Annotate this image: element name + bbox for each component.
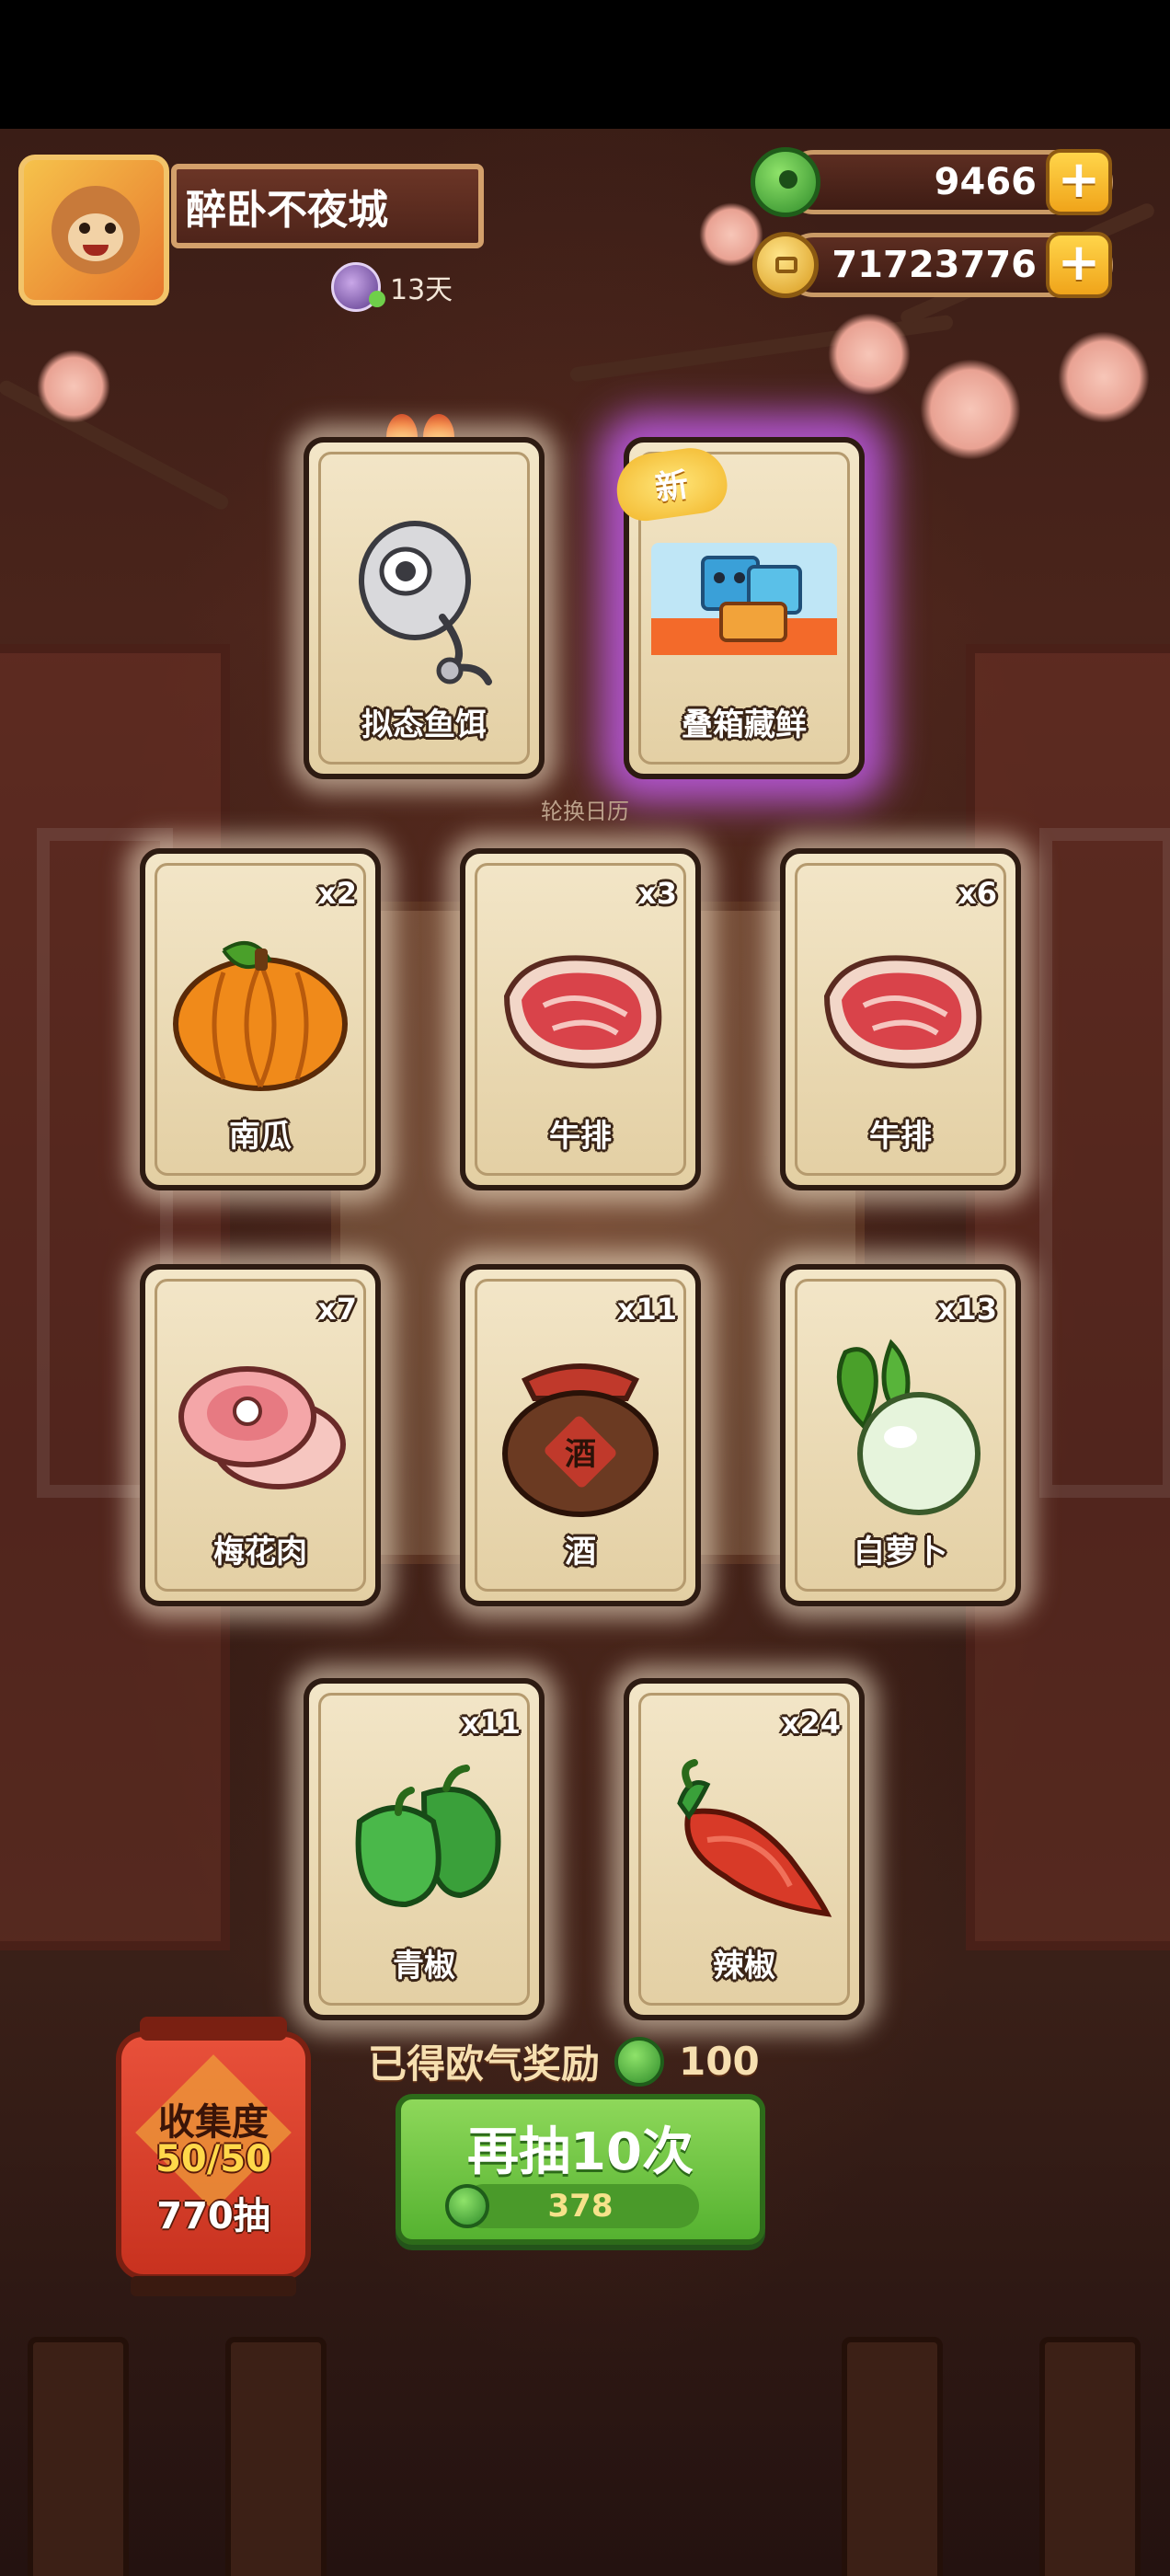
- bg-blossom: [37, 350, 110, 423]
- luck-reward: 已得欧气奖励 100: [368, 2033, 760, 2089]
- jade-gem-icon: [614, 2036, 665, 2087]
- card-label: 辣椒: [713, 1948, 775, 1984]
- jar-character: 酒: [565, 1436, 596, 1473]
- bg-fence-post: [225, 2337, 327, 2576]
- pumpkin-icon: [173, 941, 348, 1091]
- reward-card[interactable]: x24 辣椒: [624, 1678, 865, 2020]
- login-days-text: 13天: [390, 274, 453, 306]
- radish-icon: [836, 1339, 981, 1515]
- card-count: x11: [616, 1292, 677, 1327]
- bg-blossom: [828, 313, 911, 396]
- card-count: x7: [317, 1292, 357, 1327]
- collection-lantern[interactable]: 收集度 50/50 770抽: [116, 2017, 311, 2296]
- bg-branch: [0, 377, 231, 512]
- featured-card-bait[interactable]: 拟态鱼饵: [304, 437, 545, 779]
- player-name-plate[interactable]: 醉卧不夜城: [171, 164, 484, 248]
- card-count: x2: [317, 876, 357, 911]
- bg-fence-post: [1039, 2337, 1141, 2576]
- add-coins-button[interactable]: +: [1046, 232, 1112, 298]
- card-label: 牛排: [869, 1118, 932, 1155]
- chili-icon: [677, 1759, 832, 1917]
- card-label: 白萝卜: [854, 1534, 947, 1570]
- stacked-boxes-icon: [651, 543, 837, 655]
- card-label: 拟态鱼饵: [361, 707, 487, 743]
- reward-card[interactable]: x2 南瓜: [140, 848, 381, 1190]
- bg-fence-post: [842, 2337, 943, 2576]
- fish-bait-icon: [359, 521, 492, 685]
- add-gems-button[interactable]: +: [1046, 149, 1112, 215]
- rotation-calendar-label: 轮换日历: [541, 799, 629, 824]
- reward-card[interactable]: x11 酒 酒: [460, 1264, 701, 1606]
- gold-coin-icon: [752, 232, 819, 298]
- card-label: 牛排: [549, 1118, 612, 1155]
- steak-icon: [503, 955, 662, 1069]
- draw-again-label: 再抽10次: [467, 2122, 694, 2182]
- draw-cost-amount: 378: [547, 2188, 614, 2225]
- calendar-character-icon: [331, 262, 385, 312]
- card-label: 梅花肉: [213, 1534, 307, 1570]
- jade-gem-icon: [445, 2184, 489, 2228]
- card-label: 叠箱藏鲜: [682, 707, 807, 743]
- reward-card[interactable]: x11 青椒: [304, 1678, 545, 2020]
- bg-fence-post: [28, 2337, 129, 2576]
- card-label: 酒: [565, 1534, 596, 1570]
- gem-amount: 9466: [934, 161, 1037, 203]
- bg-lattice-right: [1039, 828, 1170, 1498]
- bg-blossom: [1058, 331, 1150, 423]
- card-label: 青椒: [393, 1948, 455, 1984]
- reward-card[interactable]: x6 牛排: [780, 848, 1021, 1190]
- card-count: x13: [936, 1292, 997, 1327]
- card-count: x3: [637, 876, 677, 911]
- collection-progress: 50/50: [155, 2138, 271, 2180]
- reward-card[interactable]: x13 白萝卜: [780, 1264, 1021, 1606]
- avatar-eye: [105, 223, 116, 234]
- card-count: x24: [780, 1706, 841, 1741]
- jade-gem-icon: [751, 147, 820, 217]
- luck-reward-text: 已得欧气奖励: [368, 2041, 601, 2087]
- card-count: x11: [460, 1706, 521, 1741]
- reward-card[interactable]: x3 牛排: [460, 848, 701, 1190]
- coin-amount: 71723776: [832, 244, 1037, 286]
- bg-blossom: [920, 359, 1021, 460]
- avatar-eye: [79, 223, 90, 234]
- player-name: 醉卧不夜城: [186, 187, 388, 234]
- luck-reward-amount: 100: [679, 2039, 760, 2084]
- pork-icon: [178, 1366, 346, 1489]
- player-avatar[interactable]: [18, 155, 169, 305]
- card-count: x6: [958, 876, 997, 911]
- login-days: 13天: [331, 262, 453, 312]
- steak-icon: [823, 955, 982, 1069]
- reward-card[interactable]: x7 梅花肉: [140, 1264, 381, 1606]
- wine-jar-icon: 酒: [502, 1363, 659, 1517]
- green-pepper-icon: [355, 1765, 501, 1908]
- card-label: 南瓜: [229, 1118, 292, 1155]
- draw-cost: 378: [445, 2184, 699, 2228]
- collection-draws: 770抽: [156, 2195, 270, 2237]
- draw-again-button[interactable]: 再抽10次 378: [396, 2094, 765, 2245]
